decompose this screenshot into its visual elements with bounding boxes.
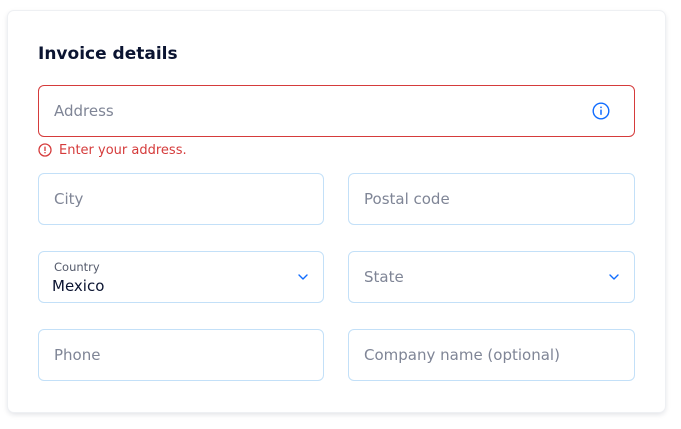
state-placeholder: State <box>364 268 404 286</box>
phone-input[interactable]: Phone <box>38 329 324 381</box>
invoice-details-card: Invoice details Address Enter your addre… <box>8 11 665 412</box>
city-placeholder: City <box>54 190 84 208</box>
chevron-down-icon <box>298 274 308 280</box>
country-label: Country <box>54 260 100 274</box>
country-select[interactable]: Country Mexico <box>38 251 324 303</box>
city-input[interactable]: City <box>38 173 324 225</box>
phone-placeholder: Phone <box>54 346 101 364</box>
error-icon <box>38 143 52 157</box>
state-select[interactable]: State <box>348 251 635 303</box>
address-input[interactable]: Address <box>38 85 635 137</box>
section-title: Invoice details <box>38 44 178 64</box>
info-icon[interactable] <box>592 102 610 120</box>
address-error-message: Enter your address. <box>38 142 187 158</box>
company-name-placeholder: Company name (optional) <box>364 346 560 364</box>
company-name-input[interactable]: Company name (optional) <box>348 329 635 381</box>
chevron-down-icon <box>609 274 619 280</box>
address-placeholder: Address <box>54 102 114 120</box>
address-error-text: Enter your address. <box>59 142 187 158</box>
postal-code-input[interactable]: Postal code <box>348 173 635 225</box>
postal-code-placeholder: Postal code <box>364 190 450 208</box>
country-value: Mexico <box>52 277 105 295</box>
